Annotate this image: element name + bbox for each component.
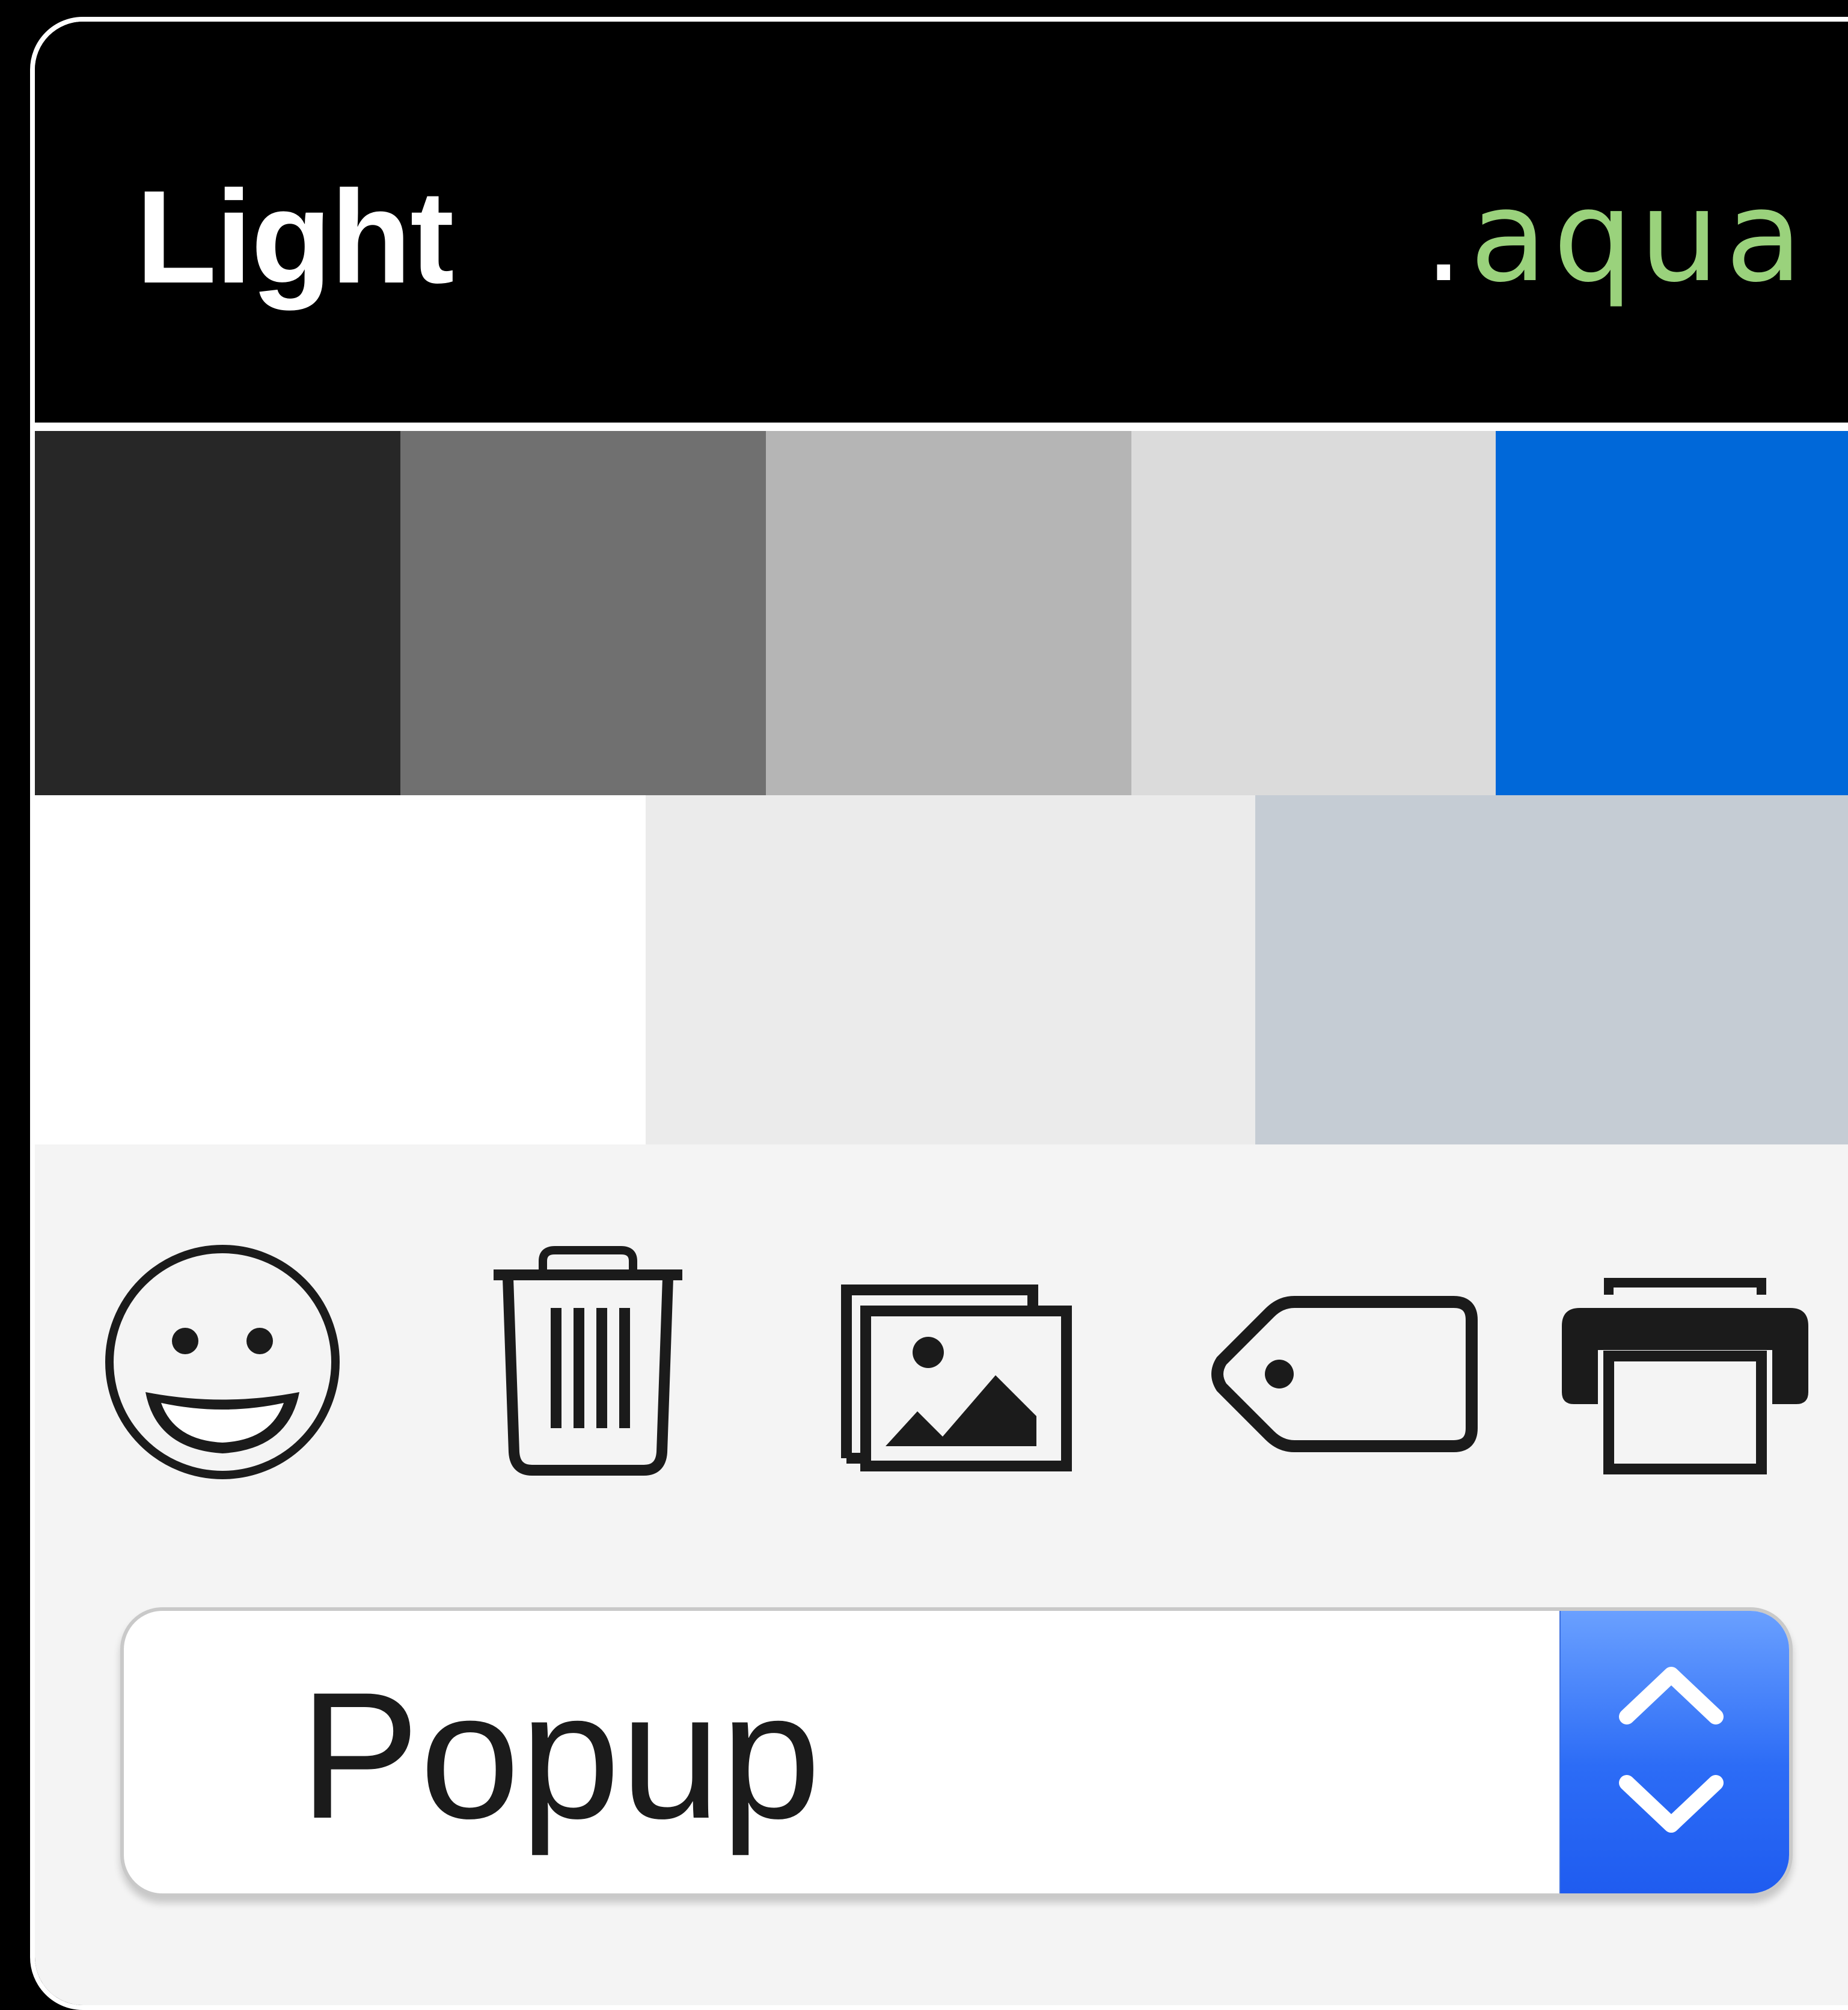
trash-icon bbox=[489, 1242, 687, 1482]
popup-button-label: Popup bbox=[299, 1654, 821, 1856]
swatch-row2-3 bbox=[1255, 795, 1848, 1144]
popup-button[interactable]: Popup bbox=[120, 1607, 1793, 1897]
header-divider bbox=[35, 423, 1848, 431]
swatch-row2-2 bbox=[646, 795, 1255, 1144]
swatch-row1-5 bbox=[1496, 431, 1848, 795]
printer-icon bbox=[1556, 1266, 1814, 1482]
popup-stepper-glyph bbox=[1619, 1667, 1724, 1833]
theme-identifier-name: aqua bbox=[1469, 163, 1809, 310]
header: Light .aqua bbox=[35, 22, 1848, 423]
theme-identifier: .aqua bbox=[1424, 159, 1809, 315]
swatch-row1-4 bbox=[1131, 431, 1496, 795]
theme-identifier-dot: . bbox=[1424, 163, 1470, 310]
swatch-row2-1 bbox=[35, 795, 646, 1144]
chevron-up-icon bbox=[1619, 1667, 1724, 1724]
tag-icon bbox=[1207, 1290, 1484, 1470]
swatch-row1-2 bbox=[400, 431, 766, 795]
smiley-icon bbox=[102, 1242, 343, 1482]
swatch-row1-1 bbox=[35, 431, 400, 795]
theme-preview-window: Light .aqua Popup bbox=[30, 17, 1848, 2010]
swatch-row1-3 bbox=[766, 431, 1131, 795]
popup-stepper[interactable] bbox=[1559, 1611, 1789, 1893]
chevron-down-icon bbox=[1619, 1775, 1724, 1833]
photos-icon bbox=[828, 1272, 1075, 1476]
theme-title: Light bbox=[136, 163, 454, 311]
